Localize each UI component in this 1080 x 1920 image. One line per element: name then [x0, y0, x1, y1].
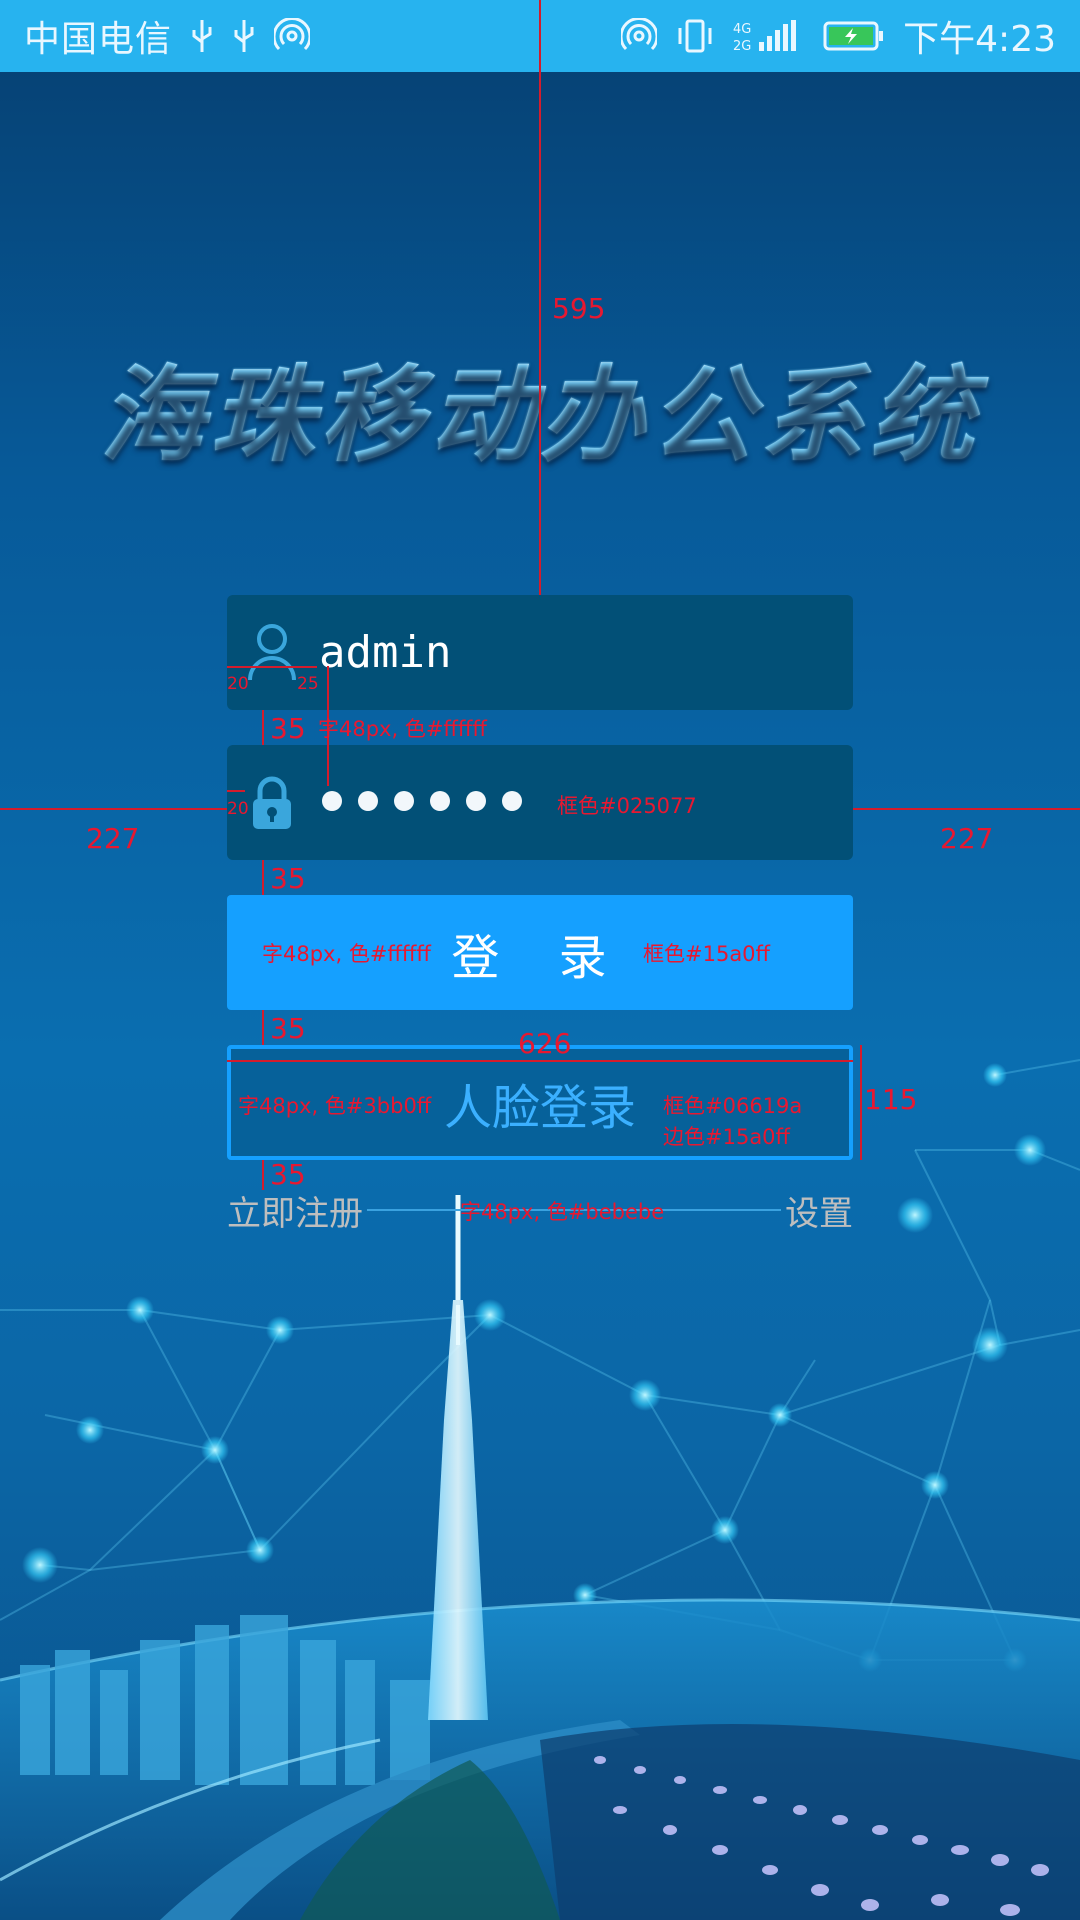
vibrate-icon	[675, 18, 715, 54]
annotation-face-color: 框色#06619a	[663, 1094, 803, 1118]
hotspot-status-icon	[621, 18, 658, 54]
lock-icon	[247, 772, 297, 832]
password-mask-dot	[502, 791, 522, 811]
annotation-face-border: 边色#15a0ff	[663, 1125, 791, 1149]
password-mask-dot	[466, 791, 486, 811]
annotation-top-offset: 595	[552, 292, 606, 325]
carrier-name: 中国电信	[24, 19, 173, 60]
username-input[interactable]: admin	[319, 595, 451, 710]
password-mask-dot	[358, 791, 378, 811]
annotation-username-font: 字48px, 色#ffffff	[318, 717, 487, 741]
login-screen: 中国电信 4G 2G 下午4:23 海珠移动办公系统 admin 登 录 人脸登…	[0, 0, 1080, 1920]
annotation-gap-line	[262, 860, 264, 895]
annotation-left-margin: 227	[86, 822, 140, 855]
annotation-gap-3: 35	[270, 1012, 306, 1045]
annotation-horizontal-right-line	[853, 808, 1080, 810]
annotation-height: 115	[864, 1083, 918, 1116]
hotspot-icon	[274, 18, 311, 54]
annotation-vertical-center-line	[539, 0, 541, 595]
annotation-icon-left: 20	[227, 674, 249, 694]
annotation-gap-2: 35	[270, 862, 306, 895]
password-mask-dot	[322, 791, 342, 811]
svg-text:4G: 4G	[733, 22, 751, 37]
svg-text:2G: 2G	[733, 39, 751, 54]
username-field[interactable]: admin	[227, 595, 853, 710]
annotation-icon-line	[227, 790, 245, 792]
annotation-gap-line	[262, 710, 264, 745]
annotation-right-margin: 227	[940, 822, 994, 855]
password-input[interactable]	[322, 791, 522, 811]
annotation-links-font: 字48px, 色#bebebe	[460, 1200, 665, 1224]
user-icon	[247, 622, 297, 682]
annotation-width: 626	[518, 1027, 572, 1060]
annotation-icon-line	[227, 666, 317, 668]
annotation-icon-right: 25	[297, 674, 319, 694]
annotation-height-line	[860, 1045, 862, 1160]
annotation-face-font: 字48px, 色#3bb0ff	[238, 1094, 432, 1118]
annotation-gap-1: 35	[270, 712, 306, 745]
password-mask-dot	[394, 791, 414, 811]
annotation-login-color: 框色#15a0ff	[643, 942, 771, 966]
settings-link[interactable]: 设置	[785, 1186, 853, 1235]
annotation-width-line	[227, 1060, 853, 1062]
password-field[interactable]	[227, 745, 853, 860]
annotation-icon-left-2: 20	[227, 799, 249, 819]
register-link[interactable]: 立即注册	[227, 1186, 363, 1235]
clock: 下午4:23	[903, 19, 1056, 60]
signal-icon: 4G 2G	[733, 18, 805, 54]
battery-charging-icon	[823, 20, 885, 52]
usb-debug-icon	[232, 18, 256, 54]
annotation-gap-line	[262, 1160, 264, 1190]
annotation-login-font: 字48px, 色#ffffff	[262, 942, 431, 966]
usb-icon	[190, 18, 214, 54]
annotation-field-color: 框色#025077	[557, 794, 697, 818]
annotation-gap-line	[262, 1010, 264, 1045]
password-mask-dot	[430, 791, 450, 811]
annotation-gap-4: 35	[270, 1158, 306, 1191]
annotation-horizontal-left-line	[0, 808, 227, 810]
